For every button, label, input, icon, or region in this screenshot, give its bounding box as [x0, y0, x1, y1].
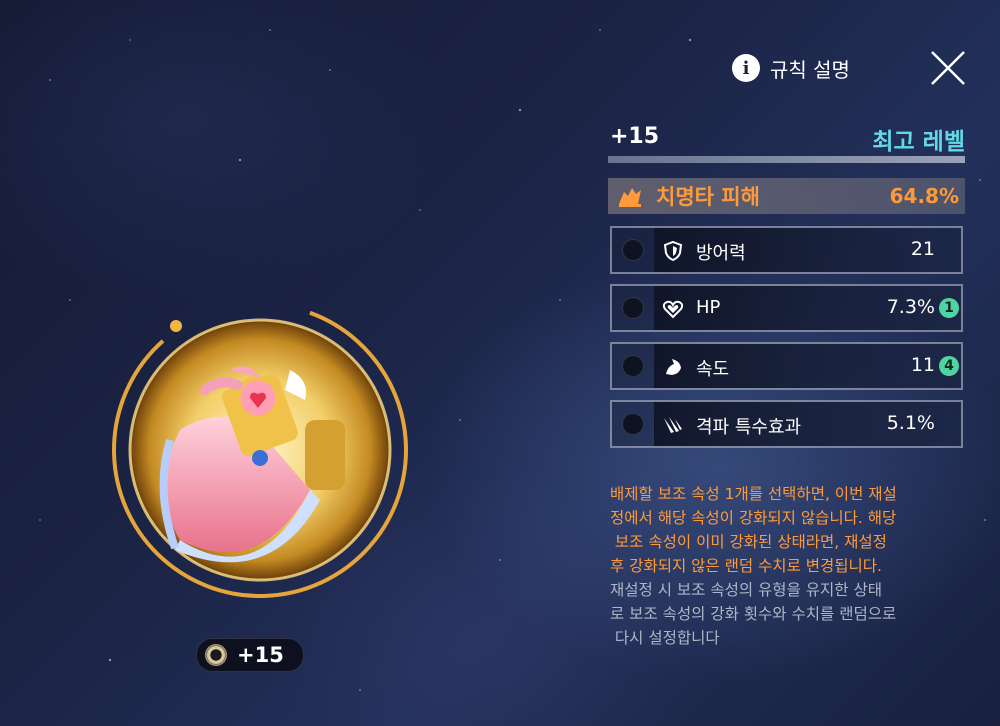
description-line: 재설정 시 보조 속성의 유형을 유지한 상태 — [610, 581, 882, 599]
equipment-level: +15 — [237, 643, 284, 667]
equipment-dress-image — [112, 302, 408, 598]
level-value: +15 — [610, 124, 660, 149]
rules-label: 규칙 설명 — [770, 57, 850, 82]
claw-icon — [664, 417, 682, 433]
description-line: 정에서 해당 속성이 강화되지 않습니다. 해당 — [610, 509, 897, 527]
main-stat-value: 64.8% — [889, 184, 959, 208]
info-icon: i — [732, 54, 760, 82]
sub-stat-row[interactable]: 방어력 21 — [610, 226, 963, 274]
upgrade-count-badge: 4 — [939, 356, 959, 376]
equipment-orb — [110, 300, 410, 600]
sub-stat-row[interactable]: 속도 11 4 — [610, 342, 963, 390]
main-stat-name: 치명타 피해 — [656, 185, 760, 209]
enhance-coin-icon — [205, 644, 227, 666]
sub-stat-value: 11 — [910, 354, 935, 376]
level-row: +15 최고 레벨 — [608, 122, 965, 155]
sub-stat-row[interactable]: HP 7.3% 1 — [610, 284, 963, 332]
description-line: 로 보조 속성의 강화 횟수와 수치를 랜덤으로 — [610, 605, 897, 623]
close-icon — [931, 51, 965, 85]
shield-icon — [663, 240, 683, 262]
sub-stat-name: 방어력 — [696, 243, 746, 264]
equipment-level-pill: +15 — [196, 638, 304, 672]
level-progress-bar — [608, 156, 965, 163]
sub-stat-value: 21 — [910, 238, 935, 260]
sub-stat-name: 격파 특수효과 — [696, 417, 802, 438]
crit-damage-icon — [619, 188, 641, 207]
sub-stat-row[interactable]: 격파 특수효과 5.1% — [610, 400, 963, 448]
upgrade-count-badge: 1 — [939, 298, 959, 318]
select-radio[interactable] — [622, 413, 644, 435]
sub-stat-name: HP — [696, 297, 721, 318]
speed-icon — [666, 359, 681, 375]
sub-stat-value: 5.1% — [886, 412, 935, 434]
select-radio[interactable] — [622, 239, 644, 261]
sub-stat-name: 속도 — [696, 359, 730, 380]
rules-button[interactable]: i 규칙 설명 — [732, 53, 850, 83]
close-button[interactable] — [928, 48, 968, 88]
sub-stat-value: 7.3% — [886, 296, 935, 318]
description-line: 보조 속성이 이미 강화된 상태라면, 재설정 — [610, 533, 887, 551]
description-line: 다시 설정합니다 — [610, 629, 720, 647]
max-level-label: 최고 레벨 — [872, 129, 965, 155]
description-line: 배제할 보조 속성 1개를 선택하면, 이번 재설 — [610, 485, 897, 503]
main-stat-row: 치명타 피해 64.8% — [608, 178, 965, 214]
select-radio[interactable] — [622, 297, 644, 319]
heart-icon — [662, 300, 684, 319]
select-radio[interactable] — [622, 355, 644, 377]
description-text: 배제할 보조 속성 1개를 선택하면, 이번 재설 정에서 해당 속성이 강화되… — [610, 482, 970, 650]
description-line: 후 강화되지 않은 랜덤 수치로 변경됩니다. — [610, 557, 882, 575]
